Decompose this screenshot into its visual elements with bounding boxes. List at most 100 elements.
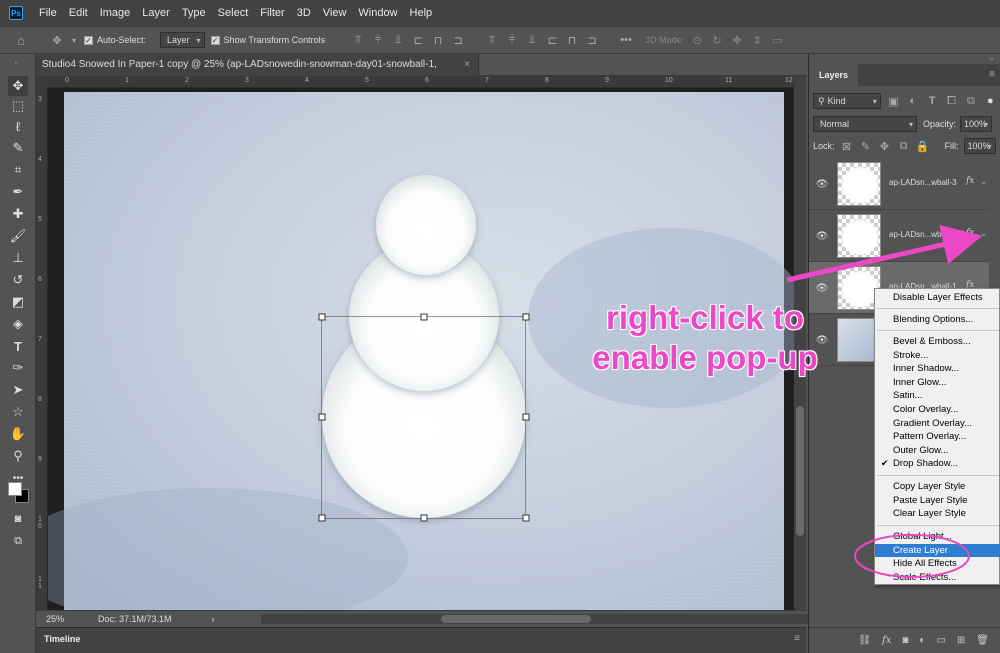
eraser-tool-icon[interactable]: ◩ (8, 292, 28, 312)
clone-stamp-tool-icon[interactable]: ⊥ (8, 248, 28, 268)
status-menu-arrow[interactable]: › (212, 614, 215, 624)
transform-handle[interactable] (318, 514, 326, 522)
auto-select-dropdown[interactable]: Layer (160, 32, 205, 48)
align-bottom-icon[interactable]: ⫫ (391, 33, 405, 47)
3d-orbit-icon[interactable]: ⊙ (690, 33, 704, 47)
3d-scale-icon[interactable]: ▭ (770, 33, 784, 47)
menu-filter[interactable]: Filter (254, 0, 290, 26)
chevron-down-icon[interactable]: ⌄ (980, 176, 988, 187)
horizontal-scrollbar[interactable] (261, 614, 831, 624)
gradient-tool-icon[interactable]: ◈ (8, 314, 28, 334)
align-vcenter-icon[interactable]: ⫩ (371, 33, 385, 47)
menu-item-satin[interactable]: Satin... (875, 389, 1000, 403)
distribute-vcenter-icon[interactable]: ⫩ (505, 33, 519, 47)
menu-item-disable-layer-effects[interactable]: Disable Layer Effects (875, 291, 1000, 305)
menu-item-pattern-overlay[interactable]: Pattern Overlay... (875, 430, 1000, 444)
link-layers-icon[interactable]: ⛓ (858, 635, 871, 646)
distribute-right-icon[interactable]: ⊐ (585, 33, 599, 47)
menu-item-copy-layer-style[interactable]: Copy Layer Style (875, 480, 1000, 494)
eye-icon[interactable]: 👁 (815, 282, 829, 294)
quick-mask-icon[interactable]: ◙ (8, 509, 28, 529)
layer-name[interactable]: ap-LADsn...wball-3 (889, 178, 957, 187)
menu-item-scale-effects[interactable]: Scale Effects... (875, 571, 1000, 585)
transform-handle[interactable] (420, 313, 428, 321)
quick-select-tool-icon[interactable]: ✎ (8, 138, 28, 158)
foreground-color-swatch[interactable] (8, 482, 22, 496)
menu-item-hide-all-effects[interactable]: Hide All Effects (875, 557, 1000, 571)
transform-handle[interactable] (420, 514, 428, 522)
add-style-icon[interactable]: fx (882, 635, 891, 646)
eyedropper-tool-icon[interactable]: ✒ (8, 182, 28, 202)
distribute-top-icon[interactable]: ⫪ (485, 33, 499, 47)
scroll-thumb[interactable] (441, 615, 591, 623)
menu-item-gradient-overlay[interactable]: Gradient Overlay... (875, 417, 1000, 431)
layer-row[interactable]: 👁 ap-LADsn...wball-3 fx ⌄ (809, 158, 989, 210)
move-tool-icon[interactable]: ✥ (8, 76, 28, 96)
menu-type[interactable]: Type (176, 0, 212, 26)
distribute-bottom-icon[interactable]: ⫫ (525, 33, 539, 47)
show-transform-checkbox[interactable]: ✓ Show Transform Controls (210, 35, 325, 45)
menu-item-outer-glow[interactable]: Outer Glow... (875, 444, 1000, 458)
menu-item-bevel-emboss[interactable]: Bevel & Emboss... (875, 335, 1000, 349)
more-options-icon[interactable]: ••• (619, 33, 633, 47)
panel-collapse-icon[interactable]: » (14, 58, 18, 67)
panel-menu-icon[interactable]: ≡ (794, 633, 800, 644)
close-icon[interactable]: × (464, 54, 470, 76)
fx-icon[interactable]: fx (966, 228, 974, 238)
menu-window[interactable]: Window (352, 0, 403, 26)
chevron-down-icon[interactable]: ⌄ (980, 228, 988, 239)
transform-handle[interactable] (318, 413, 326, 421)
3d-pan-icon[interactable]: ✥ (730, 33, 744, 47)
lasso-tool-icon[interactable]: ℓ (8, 116, 28, 136)
adjustment-filter-icon[interactable]: ◐ (906, 94, 919, 108)
chevron-down-icon[interactable]: ▾ (70, 33, 78, 47)
snowball-3[interactable] (376, 175, 476, 275)
menu-help[interactable]: Help (404, 0, 439, 26)
type-tool-icon[interactable]: T (8, 336, 28, 356)
smart-object-filter-icon[interactable]: ⧉ (964, 94, 977, 108)
brush-tool-icon[interactable]: 🖌 (8, 226, 28, 246)
fill-input[interactable]: 100% (963, 138, 996, 154)
menu-item-stroke[interactable]: Stroke... (875, 349, 1000, 363)
filter-toggle-icon[interactable]: ● (984, 94, 997, 108)
pixel-filter-icon[interactable]: ▣ (887, 94, 900, 108)
path-select-tool-icon[interactable]: ➤ (8, 380, 28, 400)
filter-kind-dropdown[interactable]: ⚲ Kind (813, 93, 881, 109)
menu-edit[interactable]: Edit (63, 0, 94, 26)
menu-view[interactable]: View (317, 0, 353, 26)
align-right-icon[interactable]: ⊐ (451, 33, 465, 47)
transform-handle[interactable] (522, 313, 530, 321)
zoom-tool-icon[interactable]: ⚲ (8, 446, 28, 466)
3d-roll-icon[interactable]: ↻ (710, 33, 724, 47)
home-icon[interactable]: ⌂ (14, 33, 28, 48)
transform-handle[interactable] (318, 313, 326, 321)
document-tab[interactable]: Studio4 Snowed In Paper-1 copy @ 25% (ap… (36, 54, 479, 92)
marquee-tool-icon[interactable]: ⬚ (8, 96, 28, 116)
screen-mode-icon[interactable]: ⧉ (8, 531, 28, 551)
type-filter-icon[interactable]: T (926, 94, 939, 108)
menu-item-global-light[interactable]: Global Light... (875, 530, 1000, 544)
menu-item-paste-layer-style[interactable]: Paste Layer Style (875, 494, 1000, 508)
blend-mode-dropdown[interactable]: Normal (813, 116, 917, 132)
menu-item-create-layer[interactable]: Create Layer (875, 543, 1000, 558)
zoom-level[interactable]: 25% (46, 614, 84, 624)
align-top-icon[interactable]: ⫪ (351, 33, 365, 47)
move-tool-icon[interactable]: ✥ (50, 33, 64, 47)
fx-icon[interactable]: fx (966, 176, 974, 186)
align-hcenter-icon[interactable]: ⊓ (431, 33, 445, 47)
delete-layer-icon[interactable]: 🗑 (976, 635, 989, 646)
menu-item-blending-options[interactable]: Blending Options... (875, 313, 1000, 327)
panel-menu-icon[interactable]: ≡ (989, 69, 995, 80)
auto-select-checkbox[interactable]: ✓ Auto-Select: (84, 35, 146, 45)
hand-tool-icon[interactable]: ✋ (8, 424, 28, 444)
menu-3d[interactable]: 3D (291, 0, 317, 26)
lock-position-icon[interactable]: ✥ (878, 139, 892, 153)
menu-item-inner-shadow[interactable]: Inner Shadow... (875, 362, 1000, 376)
distribute-hcenter-icon[interactable]: ⊓ (565, 33, 579, 47)
lock-artboard-icon[interactable]: ⧉ (897, 139, 911, 153)
menu-item-color-overlay[interactable]: Color Overlay... (875, 403, 1000, 417)
menu-select[interactable]: Select (212, 0, 255, 26)
timeline-tab[interactable]: Timeline (44, 634, 80, 644)
shape-tool-icon[interactable]: ☆ (8, 402, 28, 422)
adjustment-layer-icon[interactable]: ◐ (919, 635, 925, 646)
